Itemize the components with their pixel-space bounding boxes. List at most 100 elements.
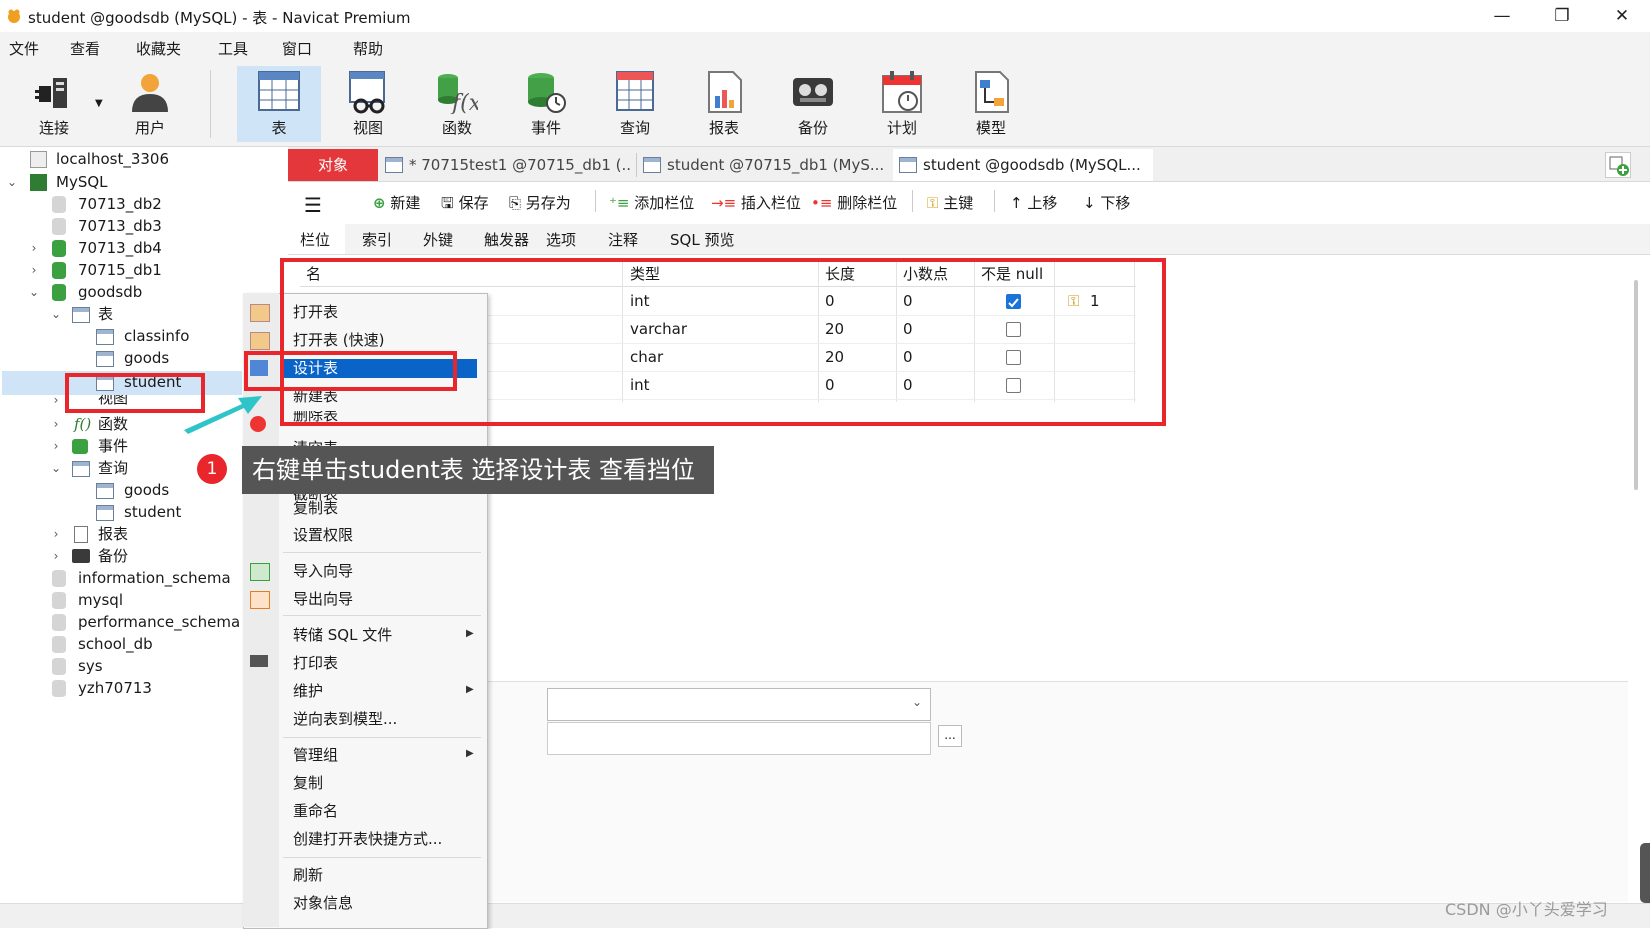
tree-node-functions-folder[interactable]: › f() 函数 [50,413,128,436]
tree-node-table[interactable]: goods [96,347,169,370]
tree-node-db[interactable]: 70713_db3 [52,215,162,238]
add-field-button[interactable]: ⁺≡ 添加栏位 [609,192,694,213]
insert-field-button[interactable]: →≡ 插入栏位 [711,192,801,213]
menu-item-print-table[interactable]: 打印表 [293,650,338,676]
chevron-down-icon[interactable]: ⌄ [50,303,62,326]
tree-node-query[interactable]: student [96,501,181,524]
tree-node-db[interactable]: › 70713_db4 [28,237,162,260]
tab-70715test1[interactable]: * 70715test1 @70715_db1 (... [385,149,630,181]
menu-item-create-shortcut[interactable]: 创建打开表快捷方式... [293,826,442,852]
menu-item-reverse-to-model[interactable]: 逆向表到模型... [293,706,397,732]
tree-node-db[interactable]: performance_schema [52,611,240,634]
menu-item-copy-table[interactable]: 复制表 [293,495,338,521]
toolbar-connect-button[interactable]: 连接 [12,66,96,142]
toolbar-function-button[interactable]: f(x) 函数 [415,66,499,142]
menu-help[interactable]: 帮助 [353,38,383,59]
minimize-button[interactable]: — [1482,4,1522,28]
menu-item-dump-sql[interactable]: 转储 SQL 文件 [293,622,392,648]
server-icon [30,174,47,191]
chevron-right-icon[interactable]: › [28,259,40,282]
menu-item-set-permissions[interactable]: 设置权限 [293,522,353,548]
subtab-comments[interactable]: 注释 [608,229,638,250]
tree-node-db[interactable]: yzh70713 [52,677,152,700]
chevron-down-icon[interactable]: ⌄ [6,171,18,194]
tree-node-connection[interactable]: localhost_3306 [30,148,169,171]
subtab-fields[interactable]: 栏位 [300,229,330,250]
tree-node-db[interactable]: 70713_db2 [52,193,162,216]
vertical-scrollbar[interactable] [1634,280,1638,490]
tree-node-db[interactable]: information_schema [52,567,231,590]
tree-node-queries-folder[interactable]: ⌄ 查询 [50,457,128,480]
chevron-right-icon[interactable]: › [50,413,62,436]
field-properties-panel [288,682,1628,902]
tree-node-tables-folder[interactable]: ⌄ 表 [50,303,113,326]
tree-node-backups-folder[interactable]: › 备份 [50,545,128,568]
ellipsis-button[interactable]: ... [938,725,962,747]
move-down-button[interactable]: ↓ 下移 [1083,192,1130,213]
delete-field-button[interactable]: •≡ 删除栏位 [811,192,897,213]
subtab-foreign-keys[interactable]: 外键 [423,229,453,250]
save-button[interactable]: 🖫 保存 [441,192,489,218]
subtab-indexes[interactable]: 索引 [362,229,392,250]
chevron-down-icon[interactable]: ⌄ [50,457,62,480]
toolbar-query-button[interactable]: 查询 [593,66,677,142]
tab-student-70715[interactable]: student @70715_db1 (MyS... [643,149,888,181]
menu-item-manage-groups[interactable]: 管理组 [293,742,338,768]
primary-key-button[interactable]: ⚿ 主键 [927,192,973,213]
menu-item-export-wizard[interactable]: 导出向导 [293,586,353,612]
tree-node-mysql[interactable]: ⌄ MySQL [2,171,202,194]
side-panel-handle[interactable] [1640,843,1650,903]
connect-dropdown-arrow-icon[interactable]: ▼ [95,98,103,109]
new-field-button[interactable]: ⊕ 新建 [373,192,420,213]
menu-item-import-wizard[interactable]: 导入向导 [293,558,353,584]
toolbar-event-button[interactable]: 事件 [504,66,588,142]
tree-node-db[interactable]: › 70715_db1 [28,259,162,282]
menu-window[interactable]: 窗口 [282,38,312,59]
chevron-right-icon[interactable]: › [50,395,62,411]
subtab-triggers[interactable]: 触发器 [484,229,529,250]
tree-node-db[interactable]: school_db [52,633,153,656]
tree-node-events-folder[interactable]: › 事件 [50,435,128,458]
chevron-right-icon[interactable]: › [50,523,62,546]
move-up-button[interactable]: ↑ 上移 [1010,192,1057,213]
menu-view[interactable]: 查看 [70,38,100,59]
toolbar-user-button[interactable]: 用户 [108,66,192,142]
chevron-right-icon[interactable]: › [50,545,62,568]
menu-item-refresh[interactable]: 刷新 [293,862,323,888]
property-select[interactable]: ⌄ [547,688,931,721]
restore-button[interactable]: ❐ [1542,4,1582,28]
tree-node-db[interactable]: mysql [52,589,123,612]
toolbar-backup-button[interactable]: 备份 [771,66,855,142]
toolbar-view-button[interactable]: 视图 [326,66,410,142]
hamburger-menu-icon[interactable]: ☰ [304,193,322,217]
chevron-right-icon[interactable]: › [28,237,40,260]
menu-item-object-info[interactable]: 对象信息 [293,890,353,916]
tree-node-goodsdb[interactable]: ⌄ goodsdb [28,281,142,304]
menu-favorites[interactable]: 收藏夹 [136,38,181,59]
toolbar-label: 连接 [38,119,69,137]
delete-field-icon: •≡ [811,194,833,212]
tab-objects[interactable]: 对象 [288,149,378,181]
menu-item-copy[interactable]: 复制 [293,770,323,796]
menu-tools[interactable]: 工具 [218,38,248,59]
tab-student-goodsdb[interactable]: student @goodsdb (MySQL... [893,149,1153,181]
tree-node-table[interactable]: classinfo [96,325,189,348]
menu-item-rename[interactable]: 重命名 [293,798,338,824]
subtab-sql-preview[interactable]: SQL 预览 [670,229,734,250]
menu-file[interactable]: 文件 [9,38,39,59]
toolbar-report-button[interactable]: 报表 [682,66,766,142]
chevron-down-icon[interactable]: ⌄ [28,281,40,304]
save-as-button[interactable]: ⎘ 另存为 [509,192,571,213]
menu-item-maintenance[interactable]: 维护 [293,678,323,704]
chevron-right-icon[interactable]: › [50,435,62,458]
toolbar-schedule-button[interactable]: 计划 [860,66,944,142]
tree-node-query[interactable]: goods [96,479,169,502]
subtab-options[interactable]: 选项 [546,229,576,250]
close-button[interactable]: ✕ [1602,4,1642,28]
toolbar-table-button[interactable]: 表 [237,66,321,142]
toolbar-model-button[interactable]: 模型 [949,66,1033,142]
property-input[interactable] [547,722,931,755]
tree-node-reports-folder[interactable]: › 报表 [50,523,128,546]
tree-node-db[interactable]: sys [52,655,103,678]
new-tab-button[interactable] [1605,152,1631,178]
